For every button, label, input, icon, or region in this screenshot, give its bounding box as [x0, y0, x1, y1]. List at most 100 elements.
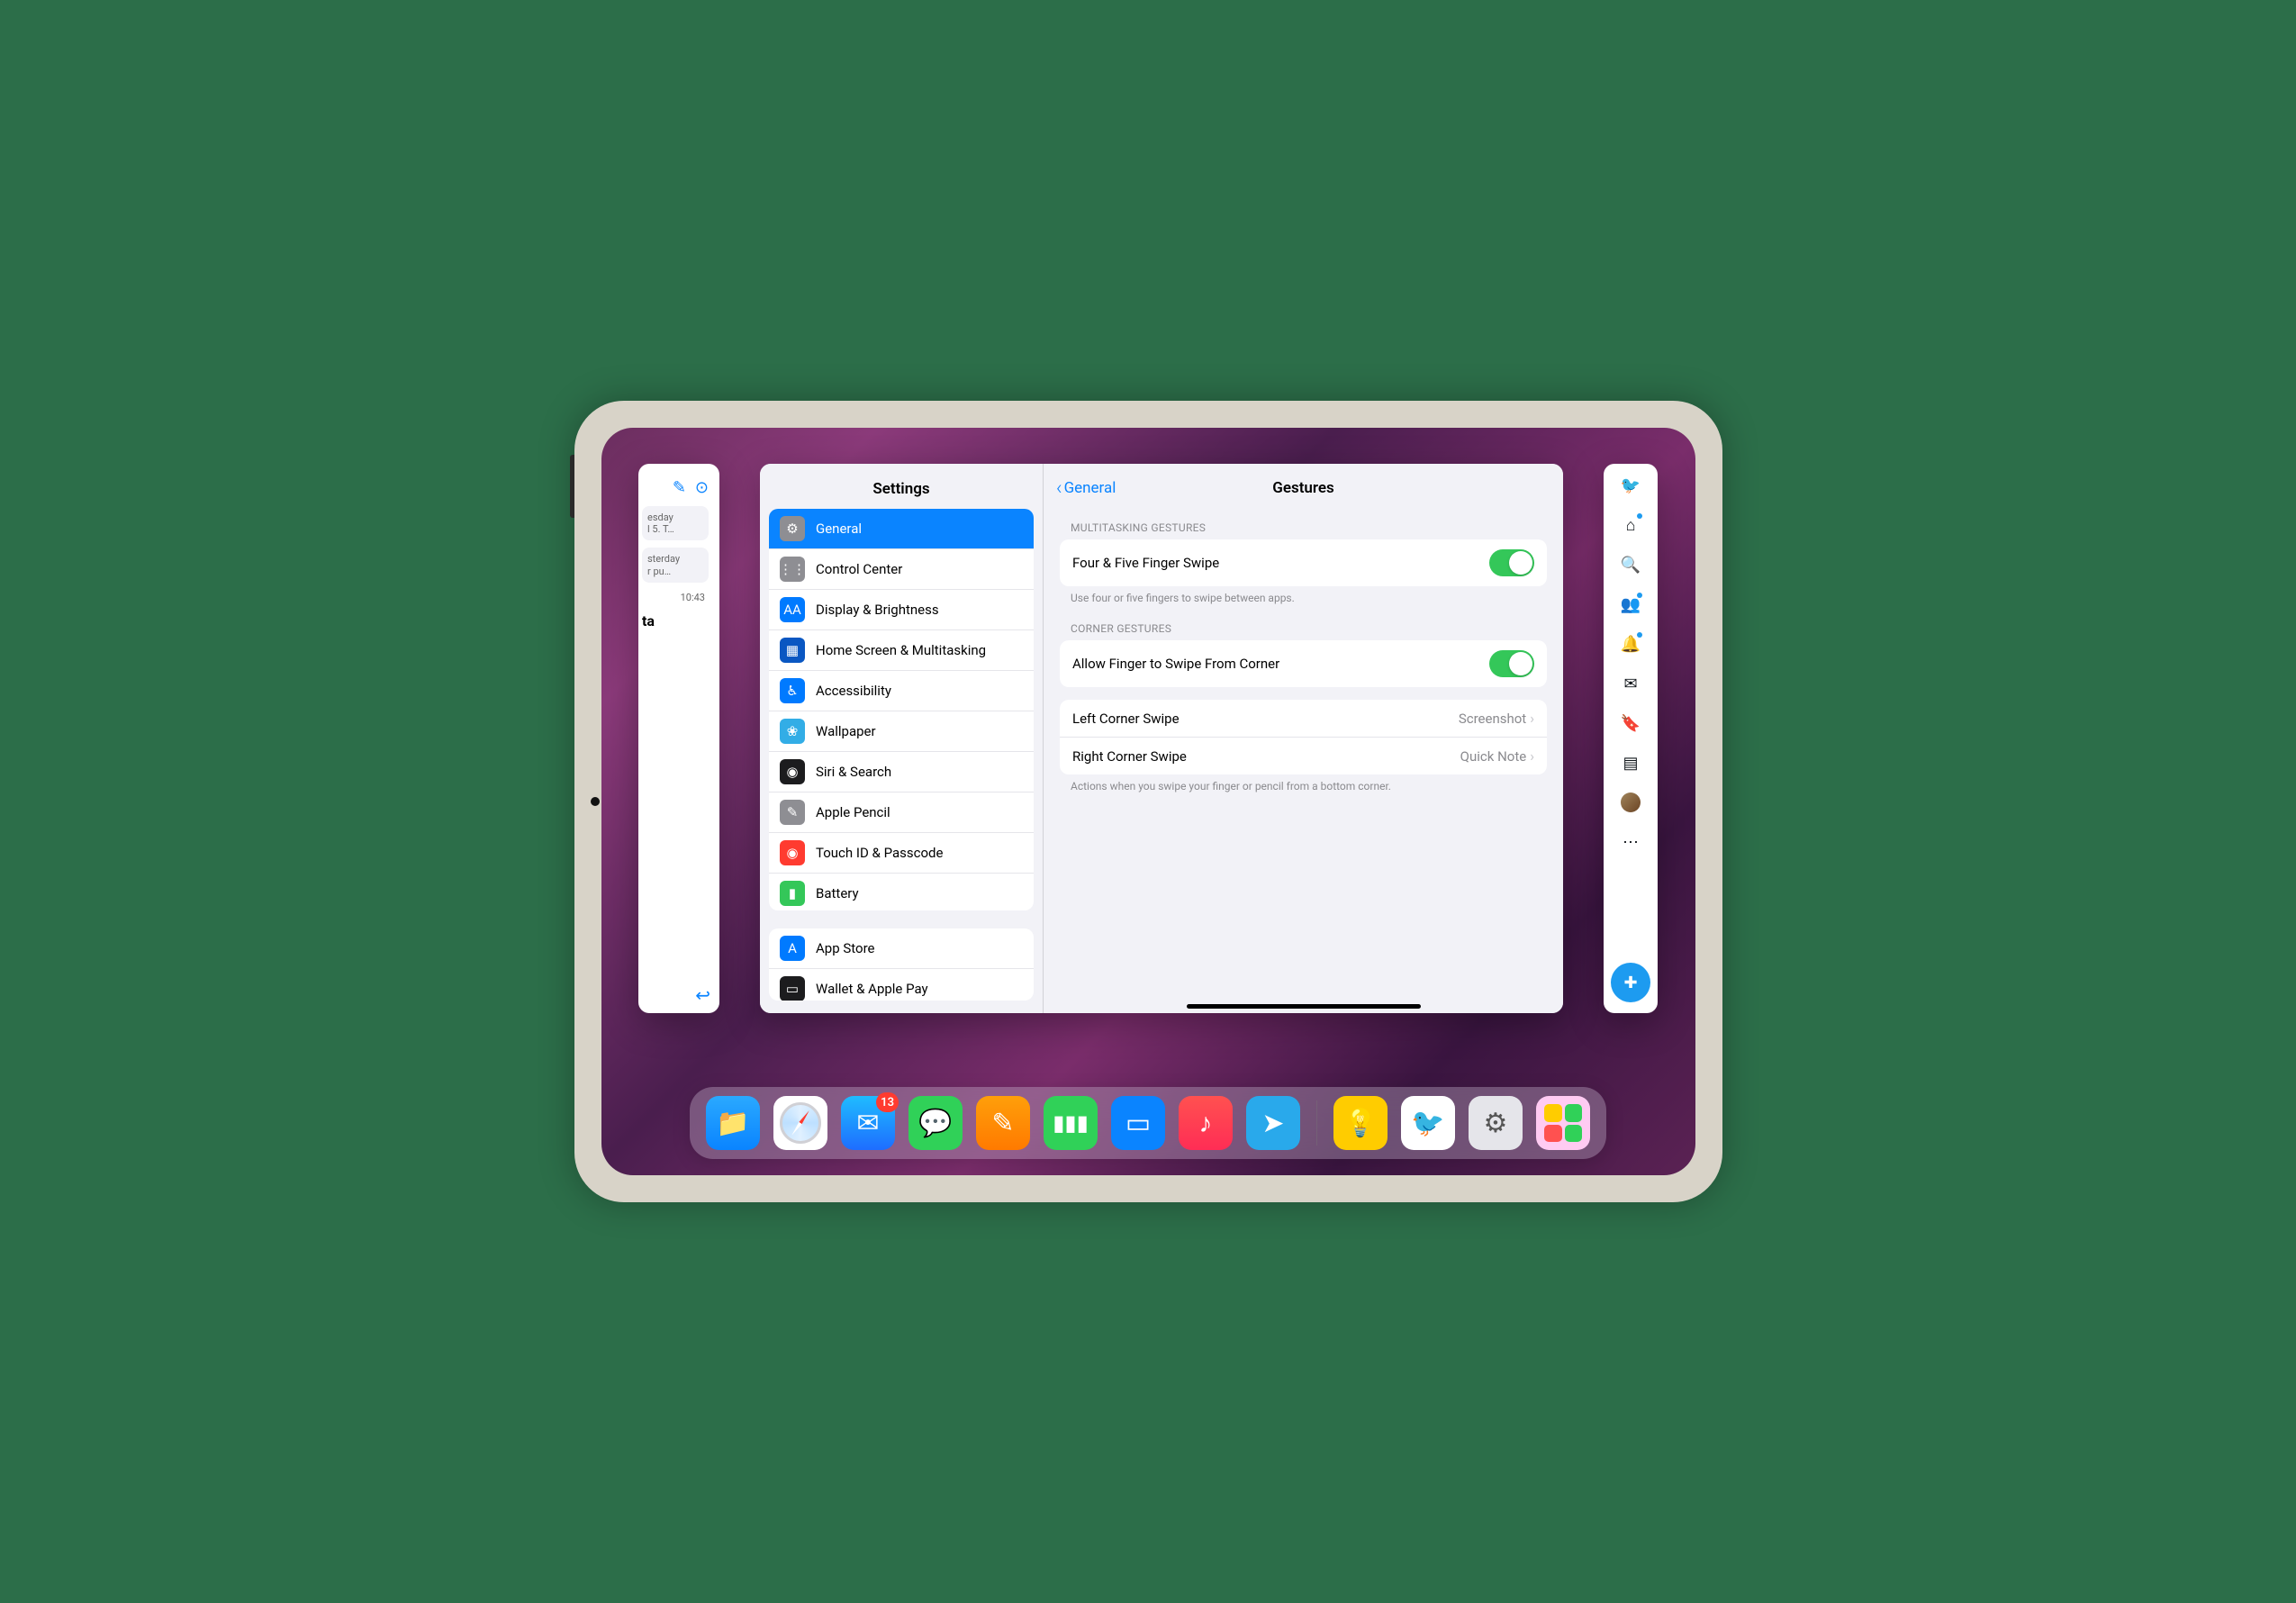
chevron-left-icon: ‹ [1056, 477, 1062, 500]
sidebar-item-general[interactable]: ⚙General [769, 509, 1034, 549]
compose-icon[interactable]: ✎ [673, 478, 686, 497]
dock-app-twitter[interactable]: 🐦 [1401, 1096, 1455, 1150]
bookmarks-icon[interactable]: 🔖 [1620, 712, 1641, 734]
sidebar-item-label: Control Center [816, 561, 902, 577]
settings-row-icon: ♿︎ [780, 678, 805, 703]
search-icon[interactable]: 🔍 [1620, 554, 1641, 575]
notification-dot [1637, 513, 1642, 519]
app-card-left[interactable]: ✎ ⊙ esday l 5. T… sterday r pu… 10:43 ta… [638, 464, 719, 1013]
sidebar-item-label: Apple Pencil [816, 804, 890, 820]
sidebar-item-label: App Store [816, 940, 874, 956]
safari-icon [780, 1102, 821, 1144]
sidebar-item-label: Wallet & Apple Pay [816, 981, 928, 997]
sidebar-title: Settings [760, 464, 1043, 509]
cell-right-corner-swipe[interactable]: Right Corner Swipe Quick Note › [1060, 738, 1547, 774]
settings-row-icon: ▭ [780, 976, 805, 1001]
note-row[interactable]: sterday r pu… [642, 548, 709, 582]
dock-app-pages[interactable]: ✎ [976, 1096, 1030, 1150]
app-card-settings[interactable]: Settings ⚙General⋮⋮Control CenterAADispl… [760, 464, 1563, 1013]
cell-value: Quick Note [1460, 748, 1527, 765]
detail-header: ‹ General Gestures [1044, 464, 1563, 512]
note-title-fragment: ta [638, 609, 712, 629]
dock-app-music[interactable]: ♪ [1179, 1096, 1233, 1150]
sidebar-item-wallet-apple-pay[interactable]: ▭ Wallet & Apple Pay [769, 969, 1034, 1001]
chevron-right-icon: › [1530, 710, 1534, 727]
settings-row-icon: ▮ [780, 881, 805, 906]
settings-row-icon: ▦ [780, 638, 805, 663]
lists-icon[interactable]: ▤ [1620, 752, 1641, 774]
dock-app-safari[interactable] [773, 1096, 827, 1150]
toggle-allow-corner-swipe[interactable] [1489, 650, 1534, 677]
sidebar-item-wallpaper[interactable]: ❀Wallpaper [769, 711, 1034, 752]
cell-left-corner-swipe[interactable]: Left Corner Swipe Screenshot › [1060, 700, 1547, 738]
cell-group: Left Corner Swipe Screenshot › Right Cor… [1060, 700, 1547, 774]
section-header: MULTITASKING GESTURES [1044, 512, 1563, 539]
communities-icon[interactable]: 👥 [1620, 593, 1641, 615]
sidebar-item-touch-id-passcode[interactable]: ◉Touch ID & Passcode [769, 833, 1034, 874]
app-switcher[interactable]: ✎ ⊙ esday l 5. T… sterday r pu… 10:43 ta… [601, 428, 1695, 1175]
dock-app-tips[interactable]: 💡 [1333, 1096, 1388, 1150]
twitter-logo-icon[interactable]: 🐦 [1620, 475, 1641, 496]
back-label: General [1064, 479, 1116, 497]
sidebar-item-label: Siri & Search [816, 764, 891, 780]
notifications-icon[interactable]: 🔔 [1620, 633, 1641, 655]
sidebar-item-display-brightness[interactable]: AADisplay & Brightness [769, 590, 1034, 630]
note-preview: r pu… [647, 566, 703, 577]
sidebar-item-label: Accessibility [816, 683, 891, 699]
dock-app-messages[interactable]: 💬 [908, 1096, 963, 1150]
cell-label: Allow Finger to Swipe From Corner [1072, 656, 1279, 672]
sidebar-item-apple-pencil[interactable]: ✎ Apple Pencil [769, 792, 1034, 833]
sidebar-item-battery[interactable]: ▮Battery [769, 874, 1034, 910]
dock-divider [1316, 1100, 1317, 1146]
toggle-four-five-swipe[interactable] [1489, 549, 1534, 576]
sidebar-item-accessibility[interactable]: ♿︎ Accessibility [769, 671, 1034, 711]
sidebar-item-app-store[interactable]: AApp Store [769, 928, 1034, 969]
dock-app-telegram[interactable]: ➤ [1246, 1096, 1300, 1150]
screen: ✎ ⊙ esday l 5. T… sterday r pu… 10:43 ta… [601, 428, 1695, 1175]
note-preview: l 5. T… [647, 523, 703, 535]
note-date: sterday [647, 553, 703, 565]
settings-detail: ‹ General Gestures MULTITASKING GESTURES… [1044, 464, 1563, 1013]
sidebar-item-control-center[interactable]: ⋮⋮Control Center [769, 549, 1034, 590]
page-title: Gestures [1272, 479, 1334, 497]
sidebar-group-2: AApp Store ▭ Wallet & Apple Pay [769, 928, 1034, 1001]
note-row[interactable]: esday l 5. T… [642, 506, 709, 540]
mail-badge: 13 [876, 1092, 899, 1112]
home-icon[interactable]: ⌂ [1620, 514, 1641, 536]
profile-avatar[interactable] [1620, 792, 1641, 813]
back-button[interactable]: ‹ General [1056, 477, 1116, 500]
settings-sidebar: Settings ⚙General⋮⋮Control CenterAADispl… [760, 464, 1044, 1013]
messages-icon[interactable]: ✉︎ [1620, 673, 1641, 694]
sidebar-item-home-screen-multitasking[interactable]: ▦ Home Screen & Multitasking [769, 630, 1034, 671]
cell-allow-corner-swipe[interactable]: Allow Finger to Swipe From Corner [1060, 640, 1547, 687]
home-indicator[interactable] [1187, 1004, 1421, 1009]
app-card-twitter[interactable]: 🐦 ⌂ 🔍 👥 🔔 ✉︎ 🔖 ▤ ⋯ ✚ [1604, 464, 1658, 1013]
settings-row-icon: ◉ [780, 759, 805, 784]
more-icon[interactable]: ⊙ [695, 478, 709, 497]
cell-four-five-swipe[interactable]: Four & Five Finger Swipe [1060, 539, 1547, 586]
notification-dot [1637, 593, 1642, 598]
chevron-right-icon: › [1530, 747, 1534, 765]
reply-icon[interactable]: ↩︎ [695, 984, 710, 1006]
sidebar-item-label: General [816, 521, 862, 537]
section-header: CORNER GESTURES [1044, 613, 1563, 640]
notification-dot [1637, 632, 1642, 638]
dock-app-numbers[interactable]: ▮▮▮ [1044, 1096, 1098, 1150]
settings-row-icon: ✎ [780, 800, 805, 825]
cell-label: Four & Five Finger Swipe [1072, 555, 1219, 571]
front-camera [591, 797, 600, 806]
settings-row-icon: AA [780, 597, 805, 622]
sidebar-item-label: Touch ID & Passcode [816, 845, 943, 861]
cell-group: Four & Five Finger Swipe [1060, 539, 1547, 586]
dock-app-mail[interactable]: ✉︎13 [841, 1096, 895, 1150]
more-icon[interactable]: ⋯ [1620, 831, 1641, 853]
compose-tweet-button[interactable]: ✚ [1611, 963, 1650, 1002]
sidebar-item-label: Home Screen & Multitasking [816, 642, 986, 658]
dock-app-settings[interactable]: ⚙︎ [1469, 1096, 1523, 1150]
cell-label: Right Corner Swipe [1072, 748, 1187, 765]
sidebar-item-siri-search[interactable]: ◉ Siri & Search [769, 752, 1034, 792]
dock-app-folder[interactable] [1536, 1096, 1590, 1150]
dock-app-keynote[interactable]: ▭ [1111, 1096, 1165, 1150]
dock-app-files[interactable]: 📁 [706, 1096, 760, 1150]
sidebar-group-1: ⚙General⋮⋮Control CenterAADisplay & Brig… [769, 509, 1034, 910]
